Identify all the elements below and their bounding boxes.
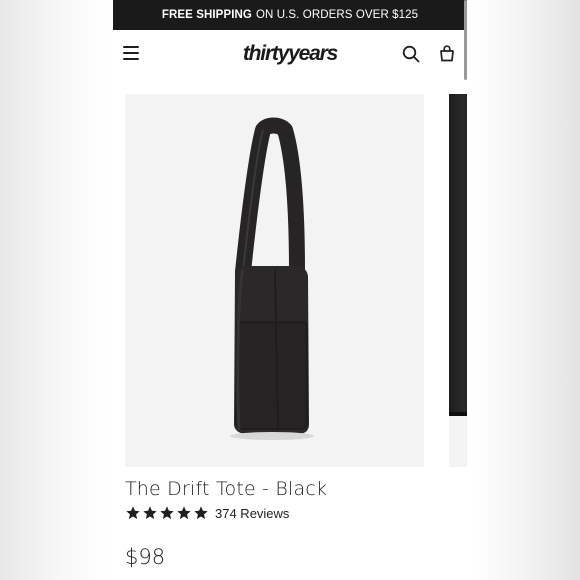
site-header: thirtyyears [113, 30, 467, 82]
star-icon [160, 506, 174, 519]
product-price: $98 [125, 545, 166, 569]
tote-bag-illustration [230, 117, 314, 440]
star-icon [177, 506, 191, 519]
product-title: The Drift Tote - Black [125, 478, 328, 500]
next-product-image[interactable] [449, 94, 467, 467]
next-image-preview [449, 94, 467, 416]
star-icon [126, 506, 140, 519]
product-image[interactable] [125, 94, 424, 467]
product-image-carousel[interactable] [125, 94, 467, 467]
search-icon[interactable] [402, 45, 420, 63]
promo-text: ON U.S. ORDERS OVER $125 [255, 9, 419, 21]
shopping-bag-icon[interactable] [439, 44, 455, 62]
mobile-page: FREE SHIPPING ON U.S. ORDERS OVER $125 t… [113, 0, 467, 580]
reviews-link[interactable]: 374 Reviews [215, 506, 289, 521]
star-rating [125, 505, 209, 521]
promo-highlight: FREE SHIPPING [161, 9, 252, 21]
star-icon [143, 506, 157, 519]
promo-banner[interactable]: FREE SHIPPING ON U.S. ORDERS OVER $125 [113, 0, 467, 30]
star-icon [194, 506, 208, 519]
product-rating[interactable]: 374 Reviews [125, 505, 289, 521]
